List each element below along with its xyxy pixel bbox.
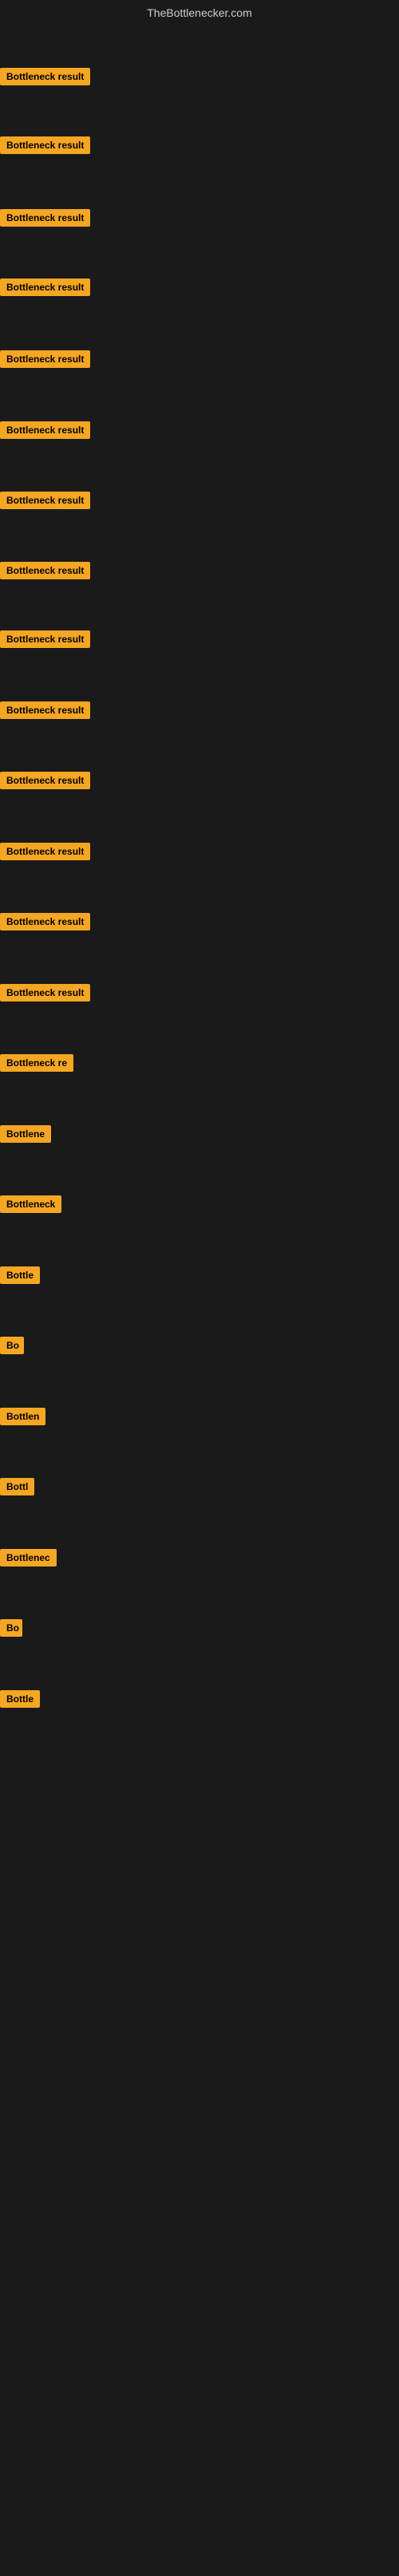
bottleneck-badge-container-13: Bottleneck result	[0, 913, 90, 934]
bottleneck-badge-container-5: Bottleneck result	[0, 350, 90, 372]
bottleneck-badge-container-7: Bottleneck result	[0, 492, 90, 513]
bottleneck-result-badge[interactable]: Bottleneck result	[0, 913, 90, 930]
bottleneck-result-badge[interactable]: Bottleneck result	[0, 492, 90, 509]
bottleneck-badge-container-12: Bottleneck result	[0, 843, 90, 864]
bottleneck-result-badge[interactable]: Bottleneck result	[0, 136, 90, 154]
bottleneck-badge-container-17: Bottleneck	[0, 1195, 61, 1217]
bottleneck-result-badge[interactable]: Bottle	[0, 1266, 40, 1284]
bottleneck-result-badge[interactable]: Bottleneck result	[0, 421, 90, 439]
bottleneck-result-badge[interactable]: Bottlen	[0, 1408, 45, 1425]
bottleneck-badge-container-24: Bottle	[0, 1690, 40, 1712]
bottleneck-badge-container-15: Bottleneck re	[0, 1054, 73, 1076]
bottleneck-badge-container-20: Bottlen	[0, 1408, 45, 1429]
bottleneck-result-badge[interactable]: Bottleneck re	[0, 1054, 73, 1072]
bottleneck-result-badge[interactable]: Bottleneck result	[0, 630, 90, 648]
bottleneck-badge-container-23: Bo	[0, 1619, 22, 1641]
bottleneck-badge-container-18: Bottle	[0, 1266, 40, 1288]
bottleneck-result-badge[interactable]: Bottleneck result	[0, 350, 90, 368]
bottleneck-result-badge[interactable]: Bo	[0, 1337, 24, 1354]
bottleneck-badge-container-22: Bottlenec	[0, 1549, 57, 1570]
bottleneck-result-badge[interactable]: Bottle	[0, 1690, 40, 1708]
bottleneck-badge-container-19: Bo	[0, 1337, 24, 1358]
bottleneck-result-badge[interactable]: Bottleneck result	[0, 984, 90, 1002]
bottleneck-result-badge[interactable]: Bottleneck result	[0, 279, 90, 296]
bottleneck-badge-container-10: Bottleneck result	[0, 701, 90, 723]
bottleneck-badge-container-3: Bottleneck result	[0, 209, 90, 231]
bottleneck-badge-container-16: Bottlene	[0, 1125, 51, 1147]
bottleneck-result-badge[interactable]: Bo	[0, 1619, 22, 1637]
bottleneck-result-badge[interactable]: Bottlene	[0, 1125, 51, 1143]
bottleneck-badge-container-2: Bottleneck result	[0, 136, 90, 158]
bottleneck-result-badge[interactable]: Bottleneck	[0, 1195, 61, 1213]
bottleneck-result-badge[interactable]: Bottlenec	[0, 1549, 57, 1567]
bottleneck-badge-container-11: Bottleneck result	[0, 772, 90, 793]
site-title: TheBottlenecker.com	[0, 0, 399, 22]
bottleneck-badge-container-14: Bottleneck result	[0, 984, 90, 1006]
bottleneck-result-badge[interactable]: Bottleneck result	[0, 843, 90, 860]
bottleneck-badge-container-6: Bottleneck result	[0, 421, 90, 443]
bottleneck-badge-container-1: Bottleneck result	[0, 68, 90, 89]
bottleneck-badge-container-9: Bottleneck result	[0, 630, 90, 652]
bottleneck-badge-container-4: Bottleneck result	[0, 279, 90, 300]
bottleneck-badge-container-8: Bottleneck result	[0, 562, 90, 583]
bottleneck-result-badge[interactable]: Bottleneck result	[0, 772, 90, 789]
bottleneck-result-badge[interactable]: Bottl	[0, 1478, 34, 1495]
bottleneck-result-badge[interactable]: Bottleneck result	[0, 68, 90, 85]
bottleneck-result-badge[interactable]: Bottleneck result	[0, 701, 90, 719]
bottleneck-result-badge[interactable]: Bottleneck result	[0, 562, 90, 579]
bottleneck-badge-container-21: Bottl	[0, 1478, 34, 1499]
bottleneck-result-badge[interactable]: Bottleneck result	[0, 209, 90, 227]
